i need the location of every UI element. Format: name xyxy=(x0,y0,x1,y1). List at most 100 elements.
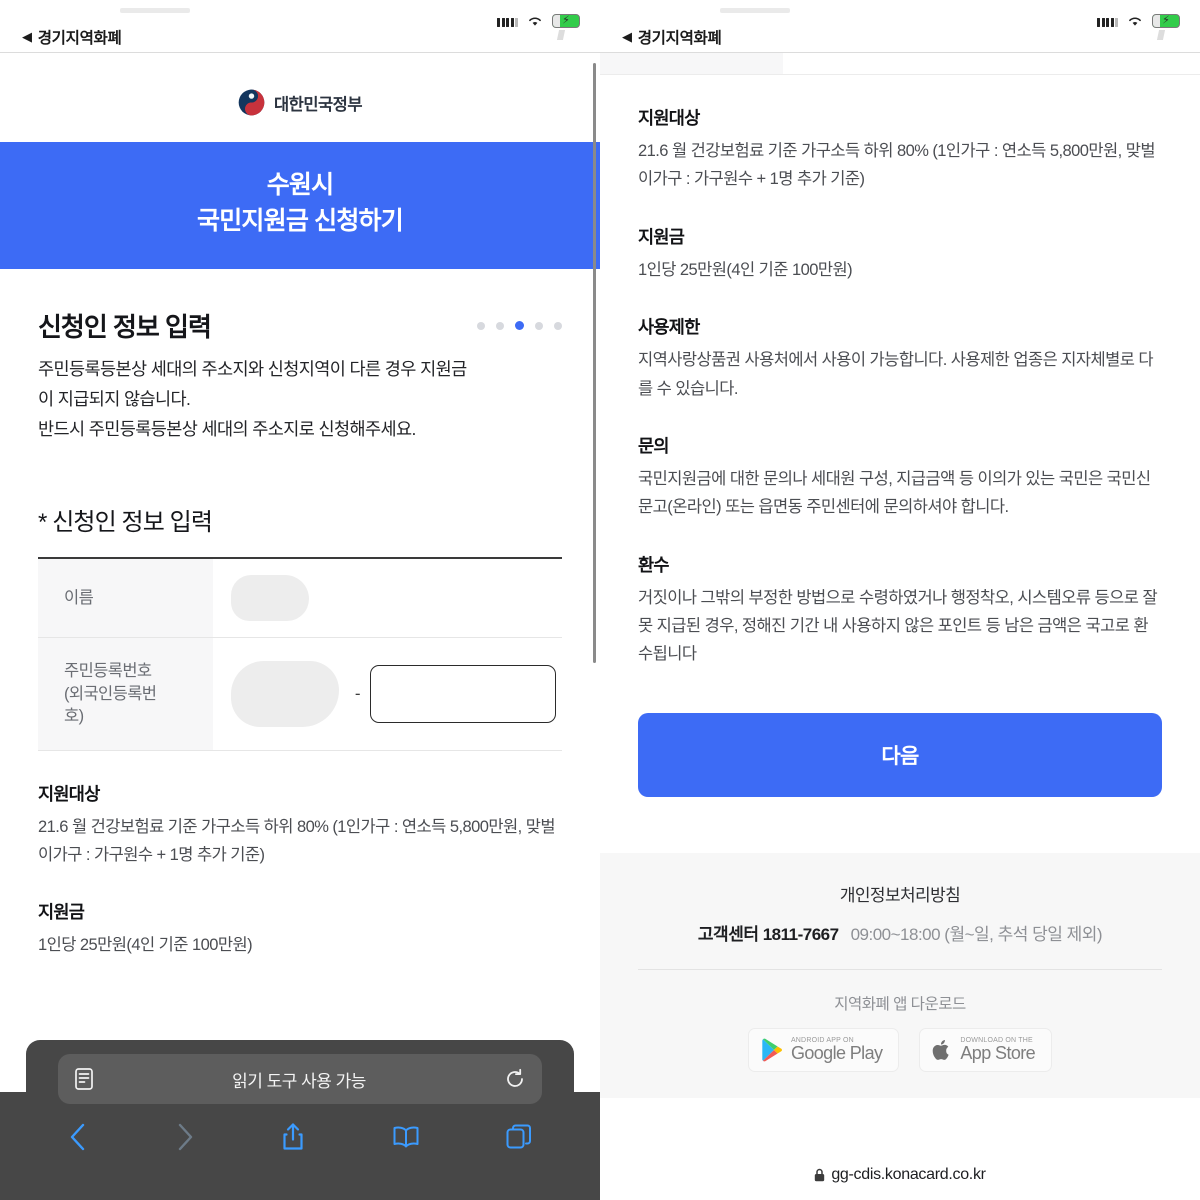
section-description: 주민등록등본상 세대의 주소지와 신청지역이 다른 경우 지원금 이 지급되지 … xyxy=(38,354,562,444)
scrollbar[interactable] xyxy=(593,63,596,663)
info-heading: 지원금 xyxy=(38,902,85,923)
info-section-support-amount: 지원금 1인당 25만원(4인 기준 100만원) xyxy=(638,194,1162,284)
step-dot-3-active xyxy=(515,321,524,330)
section-description-line-2: 이 지급되지 않습니다. xyxy=(38,389,191,410)
info-heading: 지원대상 xyxy=(638,108,700,128)
field-value-rrn[interactable]: - xyxy=(212,637,562,751)
status-indicators: ⚡ xyxy=(497,14,580,40)
reader-status-label: 읽기 도구 사용 가능 xyxy=(232,1071,366,1091)
info-heading: 지원금 xyxy=(638,226,685,247)
hero-banner: 수원시 국민지원금 신청하기 xyxy=(0,142,600,269)
applicant-info-table: 이름 주민등록번호 (외국인등록번 호) - xyxy=(38,557,562,751)
battery-charging-icon: ⚡ xyxy=(552,14,580,28)
reload-icon[interactable] xyxy=(504,1068,526,1090)
info-body: 1인당 25만원(4인 기준 100만원) xyxy=(38,936,253,955)
redacted-rrn-front xyxy=(230,660,339,727)
battery-charging-icon: ⚡ xyxy=(1152,14,1180,28)
info-body: 21.6 월 건강보험료 기준 가구소득 하위 80% (1인가구 : 연소득 … xyxy=(638,142,1156,189)
step-indicator xyxy=(477,321,562,330)
safari-address-bar[interactable]: 읽기 도구 사용 가능 xyxy=(58,1054,542,1104)
google-play-badge[interactable]: ANDROID APP ON Google Play xyxy=(747,1027,900,1072)
share-icon[interactable] xyxy=(281,1122,305,1152)
step-dot-1 xyxy=(477,321,485,330)
government-name: 대한민국정부 xyxy=(273,95,363,114)
status-bar-artifact-2 xyxy=(556,30,566,40)
page-footer: 개인정보처리방침 고객센터 1811-7667 09:00~18:00 (월~일,… xyxy=(600,852,1200,1098)
chevron-right-icon[interactable] xyxy=(175,1122,195,1152)
chevron-left-icon[interactable] xyxy=(68,1122,88,1152)
safari-url-display[interactable]: gg-cdis.konacard.co.kr xyxy=(600,1166,1200,1184)
info-section-inquiry: 문의 국민지원금에 대한 문의나 세대원 구성, 지급금액 등 이의가 있는 국… xyxy=(638,403,1162,522)
info-heading: 지원대상 xyxy=(38,783,100,804)
section-header: 신청인 정보 입력 xyxy=(38,269,562,354)
korea-government-taegeuk-icon xyxy=(238,89,265,116)
apple-logo-icon xyxy=(933,1039,950,1060)
section-description-line-1: 주민등록등본상 세대의 주소지와 신청지역이 다른 경우 지원금 xyxy=(38,359,467,379)
info-section-refund: 환수 거짓이나 그밖의 부정한 방법으로 수령하였거나 행정착오, 시스템오류 … xyxy=(638,522,1162,669)
info-heading: 문의 xyxy=(638,435,670,456)
lock-icon xyxy=(814,1168,825,1182)
step-dot-2 xyxy=(496,321,504,330)
app-store-badge[interactable]: Download on the App Store xyxy=(919,1027,1053,1072)
table-row-partial-value-cell xyxy=(783,53,1200,74)
redacted-name-value xyxy=(230,575,309,622)
webview-left[interactable]: 대한민국정부 수원시 국민지원금 신청하기 신청인 정보 입력 주민등록등본상 … xyxy=(0,53,600,1200)
triangle-left-icon: ◀ xyxy=(622,28,632,44)
page-title: 신청인 정보 입력 xyxy=(38,312,212,342)
table-row-partial-top xyxy=(600,53,1200,75)
url-text: gg-cdis.konacard.co.kr xyxy=(831,1166,986,1183)
back-to-app-link[interactable]: ◀ 경기지역화폐 xyxy=(622,26,722,48)
rrn-separator: - xyxy=(354,683,361,703)
back-to-app-label: 경기지역화폐 xyxy=(637,30,722,47)
info-heading: 환수 xyxy=(638,554,670,575)
reader-view-icon[interactable] xyxy=(74,1067,94,1091)
wifi-icon xyxy=(527,15,543,27)
back-to-app-link[interactable]: ◀ 경기지역화폐 xyxy=(22,26,122,48)
info-body: 지역사랑상품권 사용처에서 사용이 가능합니다. 사용제한 업종은 지자체별로 … xyxy=(638,351,1154,398)
status-indicators: ⚡ xyxy=(1097,14,1180,40)
webview-right[interactable]: 지원대상 21.6 월 건강보험료 기준 가구소득 하위 80% (1인가구 :… xyxy=(600,53,1200,1200)
next-button[interactable]: 다음 xyxy=(638,712,1162,797)
left-phone-screen: ◀ 경기지역화폐 ⚡ 대한민국정부 수원시 국민지원금 신청하기 신청인 정보 … xyxy=(0,0,600,1200)
info-body: 국민지원금에 대한 문의나 세대원 구성, 지급금액 등 이의가 있는 국민은 … xyxy=(638,469,1151,517)
hero-city: 수원시 xyxy=(266,171,334,199)
wifi-icon xyxy=(1127,15,1143,27)
info-section-support-amount: 지원금 1인당 25만원(4인 기준 100만원) xyxy=(38,869,562,959)
cellular-signal-icon xyxy=(497,16,518,27)
info-section-usage-limit: 사용제한 지역사랑상품권 사용처에서 사용이 가능합니다. 사용제한 업종은 지… xyxy=(638,284,1162,403)
status-bar-right: ◀ 경기지역화폐 ⚡ xyxy=(600,0,1200,52)
safari-toolbar: 읽기 도구 사용 가능 xyxy=(26,1040,574,1200)
table-row-name: 이름 xyxy=(38,558,562,639)
customer-center-number: 고객센터 1811-7667 xyxy=(697,924,839,944)
info-body: 21.6 월 건강보험료 기준 가구소득 하위 80% (1인가구 : 연소득 … xyxy=(38,817,556,864)
app-store-badge-label: App Store xyxy=(960,1043,1036,1064)
field-label-rrn: 주민등록번호 (외국인등록번 호) xyxy=(38,637,213,751)
google-play-badge-label: Google Play xyxy=(790,1043,883,1064)
info-body: 1인당 25만원(4인 기준 100만원) xyxy=(638,260,853,279)
customer-center-info: 고객센터 1811-7667 09:00~18:00 (월~일, 추석 당일 제외… xyxy=(620,906,1180,945)
form-title: * 신청인 정보 입력 xyxy=(38,509,213,537)
field-label-name: 이름 xyxy=(38,558,213,639)
safari-toolbar-edge-right xyxy=(574,1092,600,1200)
google-play-icon xyxy=(762,1038,782,1062)
app-download-label: 지역화폐 앱 다운로드 xyxy=(834,995,966,1013)
book-icon[interactable] xyxy=(392,1124,420,1150)
customer-center-hours: 09:00~18:00 (월~일, 추석 당일 제외) xyxy=(850,924,1103,944)
back-to-app-label: 경기지역화폐 xyxy=(37,30,122,47)
tabs-icon[interactable] xyxy=(506,1124,532,1150)
triangle-left-icon: ◀ xyxy=(22,28,32,44)
privacy-policy-link[interactable]: 개인정보처리방침 xyxy=(620,881,1180,906)
right-phone-screen: ◀ 경기지역화폐 ⚡ 지원대상 21.6 월 건강보험료 기준 가구소득 하위 … xyxy=(600,0,1200,1200)
government-brand: 대한민국정부 xyxy=(38,53,562,142)
table-row-partial-label-cell xyxy=(600,53,783,74)
field-value-name[interactable] xyxy=(212,558,562,639)
table-row-rrn: 주민등록번호 (외국인등록번 호) - xyxy=(38,637,562,751)
safari-nav-row xyxy=(26,1104,574,1152)
dual-screenshot-container: ◀ 경기지역화폐 ⚡ 대한민국정부 수원시 국민지원금 신청하기 신청인 정보 … xyxy=(0,0,1200,1200)
hero-subtitle: 국민지원금 신청하기 xyxy=(197,206,404,235)
step-dot-5 xyxy=(554,321,562,330)
step-dot-4 xyxy=(535,321,543,330)
rrn-back-input[interactable] xyxy=(370,664,556,723)
info-heading: 사용제한 xyxy=(638,317,700,338)
status-bar-artifact-2 xyxy=(1156,30,1166,40)
